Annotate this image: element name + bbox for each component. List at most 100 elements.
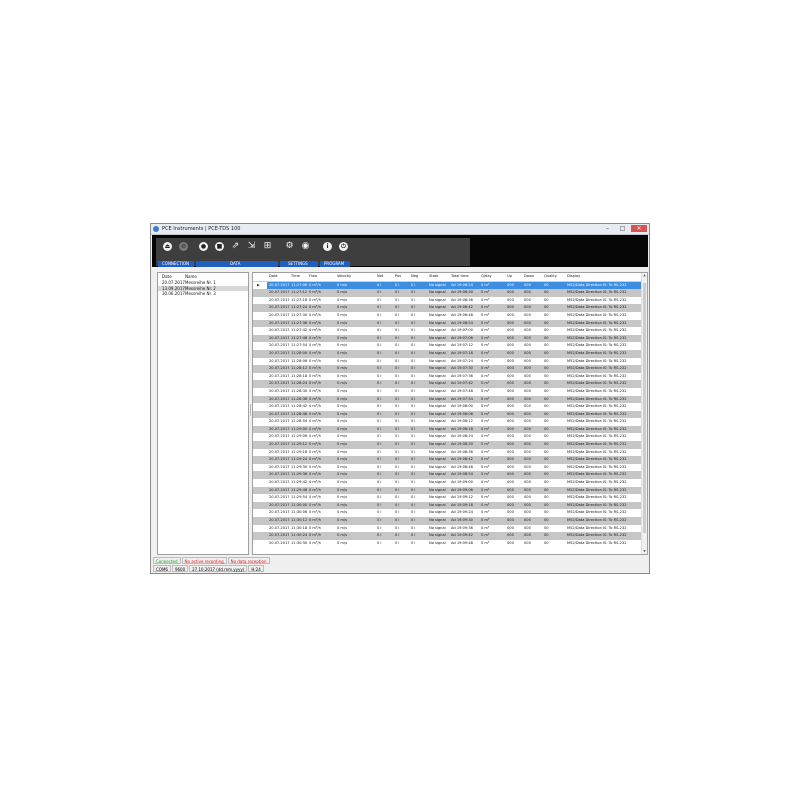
grid-header-down[interactable]: Down	[522, 273, 542, 281]
grid-header-velocity[interactable]: Velocity	[335, 273, 375, 281]
table-row[interactable]: 20.07.2017 11:28:24 0 m³/h 0 m/s 0 l 0 l 0 l No…	[253, 380, 641, 388]
table-row[interactable]: 20.07.2017 11:29:48 0 m³/h 0 m/s 0 l 0 l 0 l No…	[253, 486, 641, 495]
table-row[interactable]: 20.07.2017 11:30:00 0 m³/h 0 m/s 0 l 0 l 0 l No…	[253, 501, 641, 510]
title-bar[interactable]: PCE Instruments | PCE-TDS 100 – □ ✕	[151, 224, 649, 235]
cell-qday: 0 m³	[481, 312, 490, 317]
stop-button[interactable]: ■	[214, 241, 225, 252]
table-row[interactable]: 20.07.2017 11:28:42 0 m³/h 0 m/s 0 l 0 l 0 l No…	[253, 403, 641, 411]
cell-total: Ad 19:08:18	[451, 426, 473, 431]
maximize-button[interactable]: □	[616, 225, 629, 232]
group-settings: SETTINGS	[280, 261, 318, 267]
cell-quality: 00	[544, 449, 549, 454]
splitter[interactable]	[250, 404, 251, 416]
cell-net: 0 l	[377, 388, 382, 393]
table-row[interactable]: 20.07.2017 11:28:12 0 m³/h 0 m/s 0 l 0 l 0 l No…	[253, 365, 641, 373]
table-row[interactable]: 20.07.2017 11:28:18 0 m³/h 0 m/s 0 l 0 l 0 l No…	[253, 373, 641, 381]
grid-header-net[interactable]: Net	[375, 273, 393, 281]
chart-button[interactable]: ⊞	[262, 241, 273, 252]
info-button[interactable]: i	[322, 241, 333, 252]
column-header-name[interactable]: Name	[185, 273, 197, 280]
table-row[interactable]: 20.07.2017 11:28:00 0 m³/h 0 m/s 0 l 0 l 0 l No…	[253, 349, 641, 358]
cell-display: M52/Data Direction IS: To RS-232	[567, 480, 627, 485]
cell-quality: 00	[544, 290, 549, 295]
table-row[interactable]: 20.07.2017 11:30:12 0 m³/h 0 m/s 0 l 0 l 0 l No…	[253, 517, 641, 525]
cell-net: 0 l	[377, 502, 382, 507]
record-button[interactable]: ●	[198, 241, 209, 252]
table-row[interactable]: 20.07.2017 11:28:48 0 m³/h 0 m/s 0 l 0 l 0 l No…	[253, 410, 641, 419]
cell-net: 0 l	[377, 411, 382, 416]
cell-qday: 0 m³	[481, 533, 490, 538]
table-row[interactable]: 20.07.2017 11:30:24 0 m³/h 0 m/s 0 l 0 l 0 l No…	[253, 532, 641, 540]
table-row[interactable]: 20.07.2017 11:27:54 0 m³/h 0 m/s 0 l 0 l 0 l No…	[253, 342, 641, 350]
grid-header-total-time[interactable]: Total time	[449, 273, 479, 281]
cell-quality: 00	[544, 282, 549, 287]
language-button[interactable]: ◉	[300, 241, 311, 252]
grid-header-pos[interactable]: Pos	[393, 273, 409, 281]
cell-state: No signal	[429, 518, 446, 522]
cell-down: 000	[524, 510, 531, 515]
table-row[interactable]: 20.07.2017 11:29:00 0 m³/h 0 m/s 0 l 0 l 0 l No…	[253, 425, 641, 434]
grid-header-qday[interactable]: Q/day	[479, 273, 505, 281]
table-row[interactable]: 20.07.2017 11:29:06 0 m³/h 0 m/s 0 l 0 l 0 l No…	[253, 433, 641, 441]
export-button[interactable]: ⇗	[230, 241, 241, 252]
table-row[interactable]: 20.07.2017 11:29:12 0 m³/h 0 m/s 0 l 0 l 0 l No…	[253, 441, 641, 449]
grid-header-date[interactable]: Date	[267, 273, 289, 281]
grid-header-flow[interactable]: Flow	[307, 273, 335, 281]
table-row[interactable]: 20.07.2017 11:29:54 0 m³/h 0 m/s 0 l 0 l 0 l No…	[253, 494, 641, 502]
table-row[interactable]: 20.07.2017 11:29:18 0 m³/h 0 m/s 0 l 0 l 0 l No…	[253, 449, 641, 457]
table-row[interactable]: 20.07.2017 11:29:42 0 m³/h 0 m/s 0 l 0 l 0 l No…	[253, 479, 641, 487]
grid-header-state[interactable]: State	[427, 273, 449, 281]
measurement-row[interactable]: 30.06.2017 Messreihe Nr. 3	[158, 291, 248, 297]
cell-total: Ad 19:09:42	[451, 533, 473, 538]
grid-header-time[interactable]: Time	[289, 273, 307, 281]
grid-header-up[interactable]: Up	[505, 273, 522, 281]
disconnect-button[interactable]: ⊘	[178, 241, 189, 252]
cell-time: 11:28:42	[291, 404, 307, 409]
cell-pos: 0 l	[395, 472, 400, 477]
table-row[interactable]: 20.07.2017 11:28:30 0 m³/h 0 m/s 0 l 0 l 0 l No…	[253, 388, 641, 396]
scroll-down-icon[interactable]: ▼	[642, 549, 647, 554]
table-row[interactable]: 20.07.2017 11:27:12 0 m³/h 0 m/s 0 l 0 l 0 l No…	[253, 289, 641, 297]
minimize-button[interactable]: –	[601, 225, 614, 232]
connect-button[interactable]: ⏏	[162, 241, 173, 252]
table-row[interactable]: 20.07.2017 11:27:18 0 m³/h 0 m/s 0 l 0 l 0 l No…	[253, 297, 641, 305]
table-row[interactable]: 20.07.2017 11:27:30 0 m³/h 0 m/s 0 l 0 l 0 l No…	[253, 312, 641, 320]
cell-neg: 0 l	[411, 472, 416, 477]
grid-header-quality[interactable]: Quality	[542, 273, 565, 281]
table-row[interactable]: 20.07.2017 11:30:06 0 m³/h 0 m/s 0 l 0 l 0 l No…	[253, 509, 641, 517]
table-row[interactable]: 20.07.2017 11:29:36 0 m³/h 0 m/s 0 l 0 l 0 l No…	[253, 471, 641, 480]
cell-total: Ad 19:07:30	[451, 366, 473, 371]
table-row[interactable]: 20.07.2017 11:28:54 0 m³/h 0 m/s 0 l 0 l 0 l No…	[253, 418, 641, 426]
import-button[interactable]: ⇲	[246, 241, 257, 252]
table-row[interactable]: 20.07.2017 11:27:24 0 m³/h 0 m/s 0 l 0 l 0 l No…	[253, 304, 641, 312]
table-row[interactable]: 20.07.2017 11:27:36 0 m³/h 0 m/s 0 l 0 l 0 l No…	[253, 319, 641, 328]
close-button[interactable]: ✕	[631, 225, 647, 232]
cell-velocity: 0 m/s	[337, 442, 348, 447]
table-row[interactable]: 20.07.2017 11:30:30 0 m³/h 0 m/s 0 l 0 l 0 l No…	[253, 540, 641, 548]
table-row[interactable]: 20.07.2017 11:30:18 0 m³/h 0 m/s 0 l 0 l 0 l No…	[253, 525, 641, 533]
cell-total: Ad 19:07:54	[451, 396, 473, 401]
cell-net: 0 l	[377, 495, 382, 500]
table-row[interactable]: 20.07.2017 11:27:42 0 m³/h 0 m/s 0 l 0 l 0 l No…	[253, 327, 641, 335]
table-row[interactable]: 20.07.2017 11:27:48 0 m³/h 0 m/s 0 l 0 l 0 l No…	[253, 334, 641, 343]
cell-state: No signal	[429, 502, 446, 507]
grid-header-neg[interactable]: Neg	[409, 273, 427, 281]
column-header-date[interactable]: Date	[162, 273, 185, 280]
vertical-scrollbar[interactable]: ▲ ▼	[641, 273, 647, 554]
settings-button[interactable]: ⚙	[284, 241, 295, 252]
gear-icon: ⚙	[285, 241, 294, 251]
exit-button[interactable]: ⏻	[338, 241, 349, 252]
table-row[interactable]: 20.07.2017 11:28:06 0 m³/h 0 m/s 0 l 0 l 0 l No…	[253, 358, 641, 366]
table-row[interactable]: 20.07.2017 11:28:36 0 m³/h 0 m/s 0 l 0 l 0 l No…	[253, 395, 641, 404]
cell-velocity: 0 m/s	[337, 426, 348, 431]
cell-up: 000	[507, 328, 514, 333]
scroll-up-icon[interactable]: ▲	[642, 273, 647, 278]
cell-state: No signal	[429, 290, 446, 295]
group-label-program: PROGRAM	[324, 261, 345, 266]
cell-velocity: 0 m/s	[337, 495, 348, 500]
table-row[interactable]: ▶ 20.07.2017 11:27:06 0 m³/h 0 m/s 0 l 0 l 0 l N…	[253, 281, 641, 290]
table-row[interactable]: 20.07.2017 11:29:24 0 m³/h 0 m/s 0 l 0 l 0 l No…	[253, 456, 641, 464]
table-row[interactable]: 20.07.2017 11:29:30 0 m³/h 0 m/s 0 l 0 l 0 l No…	[253, 464, 641, 472]
grid-header-display[interactable]: Display	[565, 273, 641, 281]
scroll-thumb[interactable]	[643, 283, 646, 533]
